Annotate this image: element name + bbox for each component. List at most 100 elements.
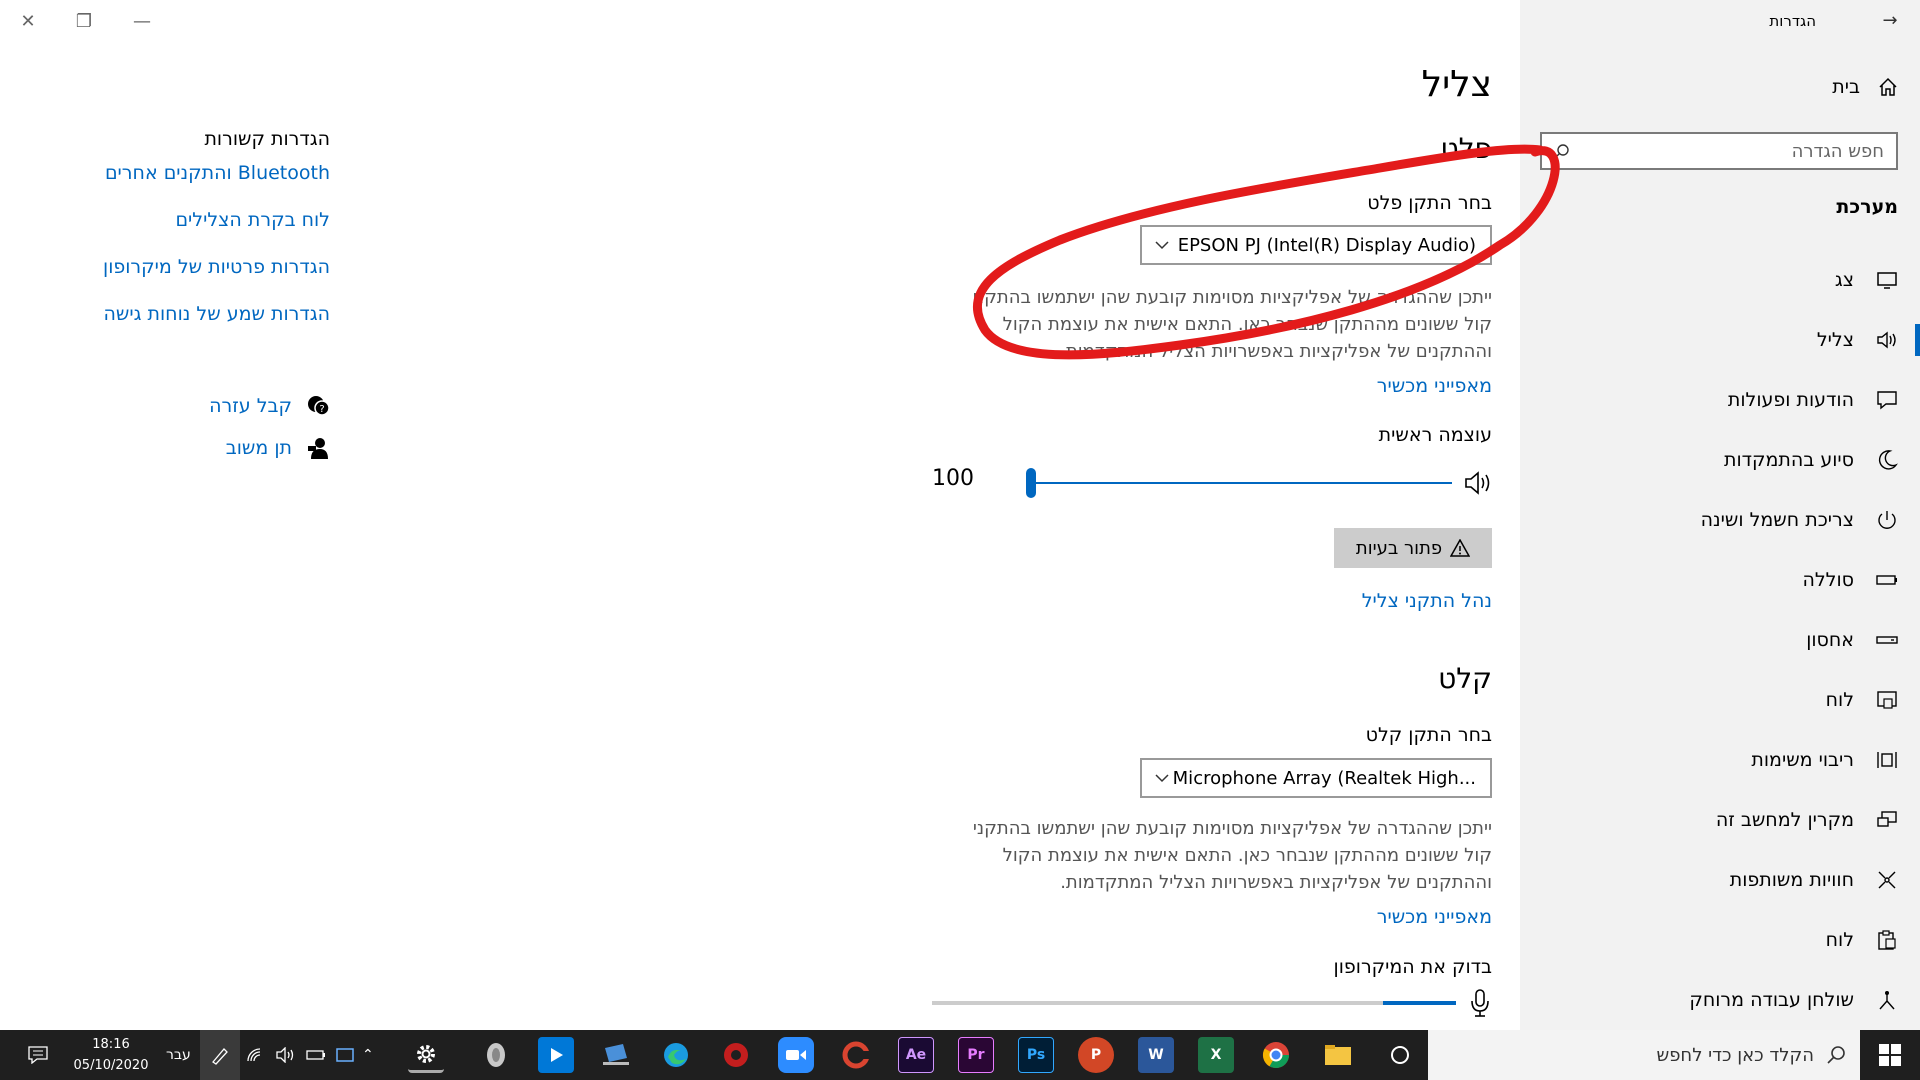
sidebar-item-label: צליל	[1816, 329, 1854, 351]
sidebar-item-shared-experiences[interactable]: חוויות משותפות	[1520, 856, 1920, 904]
volume-track[interactable]	[1034, 482, 1452, 484]
taskbar: הקלד כאן כדי לחפש X W P Ps Pr Ae ⌃ עבר 1…	[0, 1030, 1920, 1080]
settings-search-input[interactable]: חפש הגדרה	[1540, 132, 1898, 170]
output-description: ייתכן שההגדרה של אפליקציות מסוימות קובעת…	[932, 284, 1492, 365]
input-device-select[interactable]: Microphone Array (Realtek High...	[1140, 758, 1492, 798]
show-hidden-icons-icon[interactable]: ⌃	[362, 1030, 374, 1080]
word-icon[interactable]: W	[1138, 1037, 1174, 1073]
excel-icon[interactable]: X	[1198, 1037, 1234, 1073]
sidebar-item-label: אחסון	[1806, 629, 1854, 651]
home-label: בית	[1832, 76, 1860, 98]
back-arrow-icon[interactable]: →	[1876, 6, 1904, 34]
master-volume-slider[interactable]: 100	[932, 462, 1492, 502]
mic-privacy-link[interactable]: הגדרות פרטיות של מיקרופון	[10, 256, 330, 278]
taskbar-clock[interactable]: 18:16 05/10/2020	[68, 1034, 154, 1076]
sidebar-item-clipboard[interactable]: לוח	[1520, 916, 1920, 964]
sidebar-item-remote-desktop[interactable]: שולחן עבודה מרוחק	[1520, 976, 1920, 1024]
manage-sound-devices-link[interactable]: נהל התקני צליל	[1362, 590, 1492, 612]
premiere-icon[interactable]: Pr	[958, 1037, 994, 1073]
sidebar-item-label: ריבוי משימות	[1751, 749, 1854, 771]
restore-icon[interactable]: ❐	[62, 6, 106, 36]
chrome-icon[interactable]	[1258, 1037, 1294, 1073]
microphone-level-meter	[932, 988, 1492, 1018]
master-volume-label: עוצמה ראשית	[1378, 424, 1492, 446]
volume-icon[interactable]	[276, 1030, 296, 1080]
volume-value: 100	[932, 466, 974, 491]
input-device-label: בחר התקן קלט	[1365, 724, 1492, 746]
sidebar-item-label: שולחן עבודה מרוחק	[1689, 989, 1854, 1011]
window-title: הגדרות	[1769, 12, 1816, 30]
sidebar-item-display[interactable]: צג	[1520, 256, 1920, 304]
warning-icon	[1450, 539, 1471, 557]
notification-icon	[1877, 391, 1897, 410]
screen-recorder-icon[interactable]	[718, 1037, 754, 1073]
action-center-icon[interactable]	[28, 1030, 48, 1080]
mic-level-fill	[1383, 1001, 1456, 1005]
file-explorer-icon[interactable]	[1320, 1037, 1356, 1073]
sidebar-item-power-sleep[interactable]: צריכת חשמל ושינה	[1520, 496, 1920, 544]
after-effects-icon[interactable]: Ae	[898, 1037, 934, 1073]
sidebar-item-notifications[interactable]: הודעות ופעולות	[1520, 376, 1920, 424]
ease-of-access-audio-link[interactable]: הגדרות שמע של נוחות גישה	[10, 303, 331, 325]
sidebar-item-sound[interactable]: צליל	[1520, 316, 1920, 364]
home-nav[interactable]: בית	[1832, 76, 1898, 98]
network-adapter-icon[interactable]	[336, 1030, 354, 1080]
svg-text:?: ?	[319, 404, 324, 415]
test-microphone-label: בדוק את המיקרופון	[1333, 956, 1492, 978]
clipboard-icon	[1878, 930, 1896, 950]
mic-level-track	[932, 1001, 1456, 1005]
input-properties-link[interactable]: מאפייני מכשיר	[1377, 906, 1492, 928]
sidebar-item-projecting[interactable]: מקרין למחשב זה	[1520, 796, 1920, 844]
zoom-icon[interactable]	[778, 1037, 814, 1073]
cortana-icon[interactable]	[1382, 1037, 1418, 1073]
troubleshoot-button[interactable]: פתור בעיות	[1334, 528, 1492, 568]
close-icon[interactable]: ✕	[6, 6, 50, 36]
sidebar-item-storage[interactable]: אחסון	[1520, 616, 1920, 664]
settings-screen: ✕ ❐ — הגדרות קשורות Bluetooth והתקנים אח…	[0, 0, 1920, 1080]
speaker-volume-icon[interactable]	[1464, 470, 1492, 496]
sidebar-item-label: הודעות ופעולות	[1727, 389, 1854, 411]
powerpoint-icon[interactable]: P	[1078, 1037, 1114, 1073]
output-device-select[interactable]: EPSON PJ (Intel(R) Display Audio)	[1140, 225, 1492, 265]
battery-icon[interactable]	[306, 1030, 326, 1080]
wifi-icon[interactable]	[246, 1030, 266, 1080]
edge-icon[interactable]	[658, 1037, 694, 1073]
get-help-link[interactable]: ? קבל עזרה	[70, 394, 330, 418]
sidebar-item-battery[interactable]: סוללה	[1520, 556, 1920, 604]
output-desc-line: ייתכן שההגדרה של אפליקציות מסוימות קובעת…	[972, 287, 1492, 308]
give-feedback-link[interactable]: תן משוב	[70, 436, 330, 460]
shared-icon	[1878, 871, 1896, 889]
sidebar-item-label: לוח	[1825, 929, 1854, 951]
input-language[interactable]: עבר	[166, 1030, 191, 1080]
bluetooth-link[interactable]: Bluetooth והתקנים אחרים	[10, 162, 330, 184]
sidebar-item-focus-assist[interactable]: סיוע בהתמקדות	[1520, 436, 1920, 484]
system-category: מערכת	[1836, 196, 1898, 218]
chevron-down-icon	[1155, 241, 1169, 250]
input-desc-line: קול ששונים מההתקן שנבחר כאן. התאם אישית …	[1002, 845, 1492, 866]
input-desc-line: ייתכן שההגדרה של אפליקציות מסוימות קובעת…	[972, 818, 1492, 839]
feedback-person-icon	[308, 438, 328, 459]
minimize-icon[interactable]: —	[120, 6, 164, 36]
settings-sidebar: → הגדרות בית חפש הגדרה מערכת צג צליל הוד…	[1520, 0, 1920, 1030]
start-button[interactable]	[1860, 1030, 1920, 1080]
settings-app-icon[interactable]	[408, 1037, 444, 1073]
ccleaner-icon[interactable]	[838, 1037, 874, 1073]
troubleshoot-label: פתור בעיות	[1355, 537, 1443, 559]
chevron-down-icon	[1155, 774, 1169, 783]
photoshop-icon[interactable]: Ps	[1018, 1037, 1054, 1073]
unknown-app-icon[interactable]	[478, 1037, 514, 1073]
volume-thumb[interactable]	[1026, 468, 1036, 498]
settings-search-placeholder: חפש הגדרה	[1791, 140, 1884, 162]
input-desc-line: וההתקנים של אפליקציות באפשרויות הצליל המ…	[1060, 872, 1492, 893]
sidebar-item-tablet[interactable]: לוח	[1520, 676, 1920, 724]
media-player-icon[interactable]	[538, 1037, 574, 1073]
output-properties-link[interactable]: מאפייני מכשיר	[1377, 375, 1492, 397]
pen-workspace-icon[interactable]	[200, 1030, 240, 1080]
home-icon	[1879, 77, 1897, 96]
output-desc-line: וההתקנים של אפליקציות באפשרויות הצליל המ…	[1060, 341, 1492, 362]
sound-control-panel-link[interactable]: לוח בקרת הצלילים	[10, 209, 330, 231]
sidebar-item-multitasking[interactable]: ריבוי משימות	[1520, 736, 1920, 784]
pc-settings-icon[interactable]	[598, 1037, 634, 1073]
taskbar-search-box[interactable]: הקלד כאן כדי לחפש	[1428, 1030, 1860, 1080]
monitor-icon	[1877, 272, 1897, 289]
